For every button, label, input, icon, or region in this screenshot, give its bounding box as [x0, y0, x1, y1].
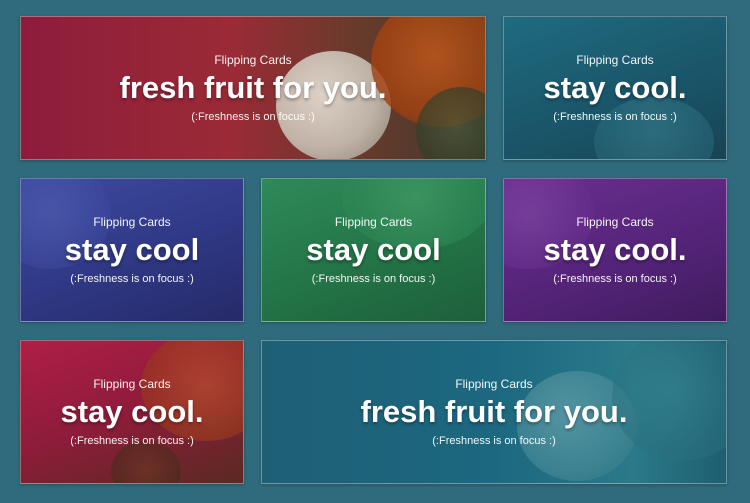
card-subtitle: (:Freshness is on focus :)	[553, 110, 677, 123]
card-headline: stay cool.	[543, 69, 687, 105]
pumpkin-decoration	[276, 51, 391, 159]
card-subtitle: (:Freshness is on focus :)	[191, 110, 315, 123]
flip-card-stay-cool-green[interactable]: Flipping Cards stay cool (:Freshness is …	[261, 178, 486, 322]
pumpkin-decoration	[594, 97, 714, 159]
card-headline: stay cool.	[543, 231, 687, 267]
card-eyebrow: Flipping Cards	[455, 376, 533, 391]
card-eyebrow: Flipping Cards	[576, 214, 654, 229]
flip-card-stay-cool-purple[interactable]: Flipping Cards stay cool. (:Freshness is…	[503, 178, 727, 322]
pumpkin-decoration	[612, 341, 726, 461]
card-subtitle: (:Freshness is on focus :)	[70, 272, 194, 285]
card-eyebrow: Flipping Cards	[93, 376, 171, 391]
card-headline: fresh fruit for you.	[360, 393, 628, 429]
flip-card-stay-cool-teal[interactable]: Flipping Cards stay cool. (:Freshness is…	[503, 16, 727, 160]
card-subtitle: (:Freshness is on focus :)	[432, 434, 556, 447]
card-subtitle: (:Freshness is on focus :)	[553, 272, 677, 285]
card-headline: stay cool.	[60, 393, 204, 429]
pumpkin-decoration	[416, 87, 485, 159]
card-eyebrow: Flipping Cards	[576, 52, 654, 67]
card-eyebrow: Flipping Cards	[214, 52, 292, 67]
card-headline: fresh fruit for you.	[119, 69, 387, 105]
pumpkin-decoration	[371, 17, 485, 127]
card-subtitle: (:Freshness is on focus :)	[311, 272, 436, 285]
flip-card-fresh-fruit-teal[interactable]: Flipping Cards fresh fruit for you. (:Fr…	[261, 340, 727, 484]
flip-card-stay-cool-crimson[interactable]: Flipping Cards stay cool. (:Freshness is…	[20, 340, 244, 484]
card-eyebrow: Flipping Cards	[93, 214, 171, 229]
card-headline: stay cool	[64, 231, 200, 267]
card-eyebrow: Flipping Cards	[334, 214, 413, 229]
flip-card-fresh-fruit-red[interactable]: Flipping Cards fresh fruit for you. (:Fr…	[20, 16, 486, 160]
card-headline: stay cool	[306, 231, 441, 267]
card-subtitle: (:Freshness is on focus :)	[70, 434, 194, 447]
flip-card-stay-cool-indigo[interactable]: Flipping Cards stay cool (:Freshness is …	[20, 178, 244, 322]
